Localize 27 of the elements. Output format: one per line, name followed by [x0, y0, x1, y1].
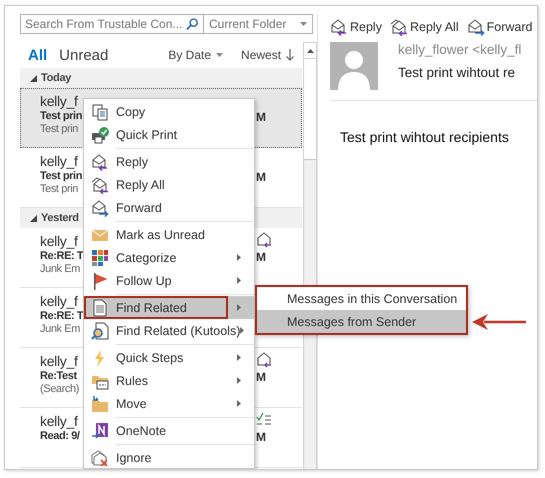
- message-subject: Test prin: [40, 110, 82, 122]
- message-sender: kelly_f: [40, 233, 79, 249]
- message-subject: Re:RE: T: [40, 310, 84, 322]
- message-time: M: [256, 250, 266, 264]
- message-sender: kelly_f: [40, 153, 79, 169]
- message-subject: Test prin: [40, 170, 82, 182]
- message-preview: Junk Em: [40, 323, 81, 335]
- group-header: Today: [41, 72, 72, 84]
- message-time: M: [256, 430, 266, 444]
- message-title: Test print wihtout re: [398, 65, 516, 80]
- message-sender: kelly_f: [40, 93, 79, 109]
- message-sender: kelly_f: [40, 353, 79, 369]
- message-body: Test print wihtout recipients: [340, 129, 510, 145]
- message-preview: Junk Em: [40, 263, 81, 275]
- group-header: Yesterd: [41, 212, 79, 224]
- message-time: M: [256, 170, 266, 184]
- message-subject: Re:Test: [40, 370, 78, 382]
- message-time: M: [256, 370, 266, 384]
- message-preview: Test prin: [40, 183, 79, 195]
- message-preview: (Search): [40, 383, 79, 395]
- message-preview: Test prin: [40, 123, 79, 135]
- message-subject: Read: 9/: [40, 430, 80, 442]
- message-subject: Re:RE: T: [40, 250, 84, 262]
- message-time: M: [256, 110, 266, 124]
- message-sender: kelly_f: [40, 293, 79, 309]
- message-sender: kelly_f: [40, 413, 79, 429]
- sender-address: kelly_flower <kelly_fl: [398, 42, 522, 57]
